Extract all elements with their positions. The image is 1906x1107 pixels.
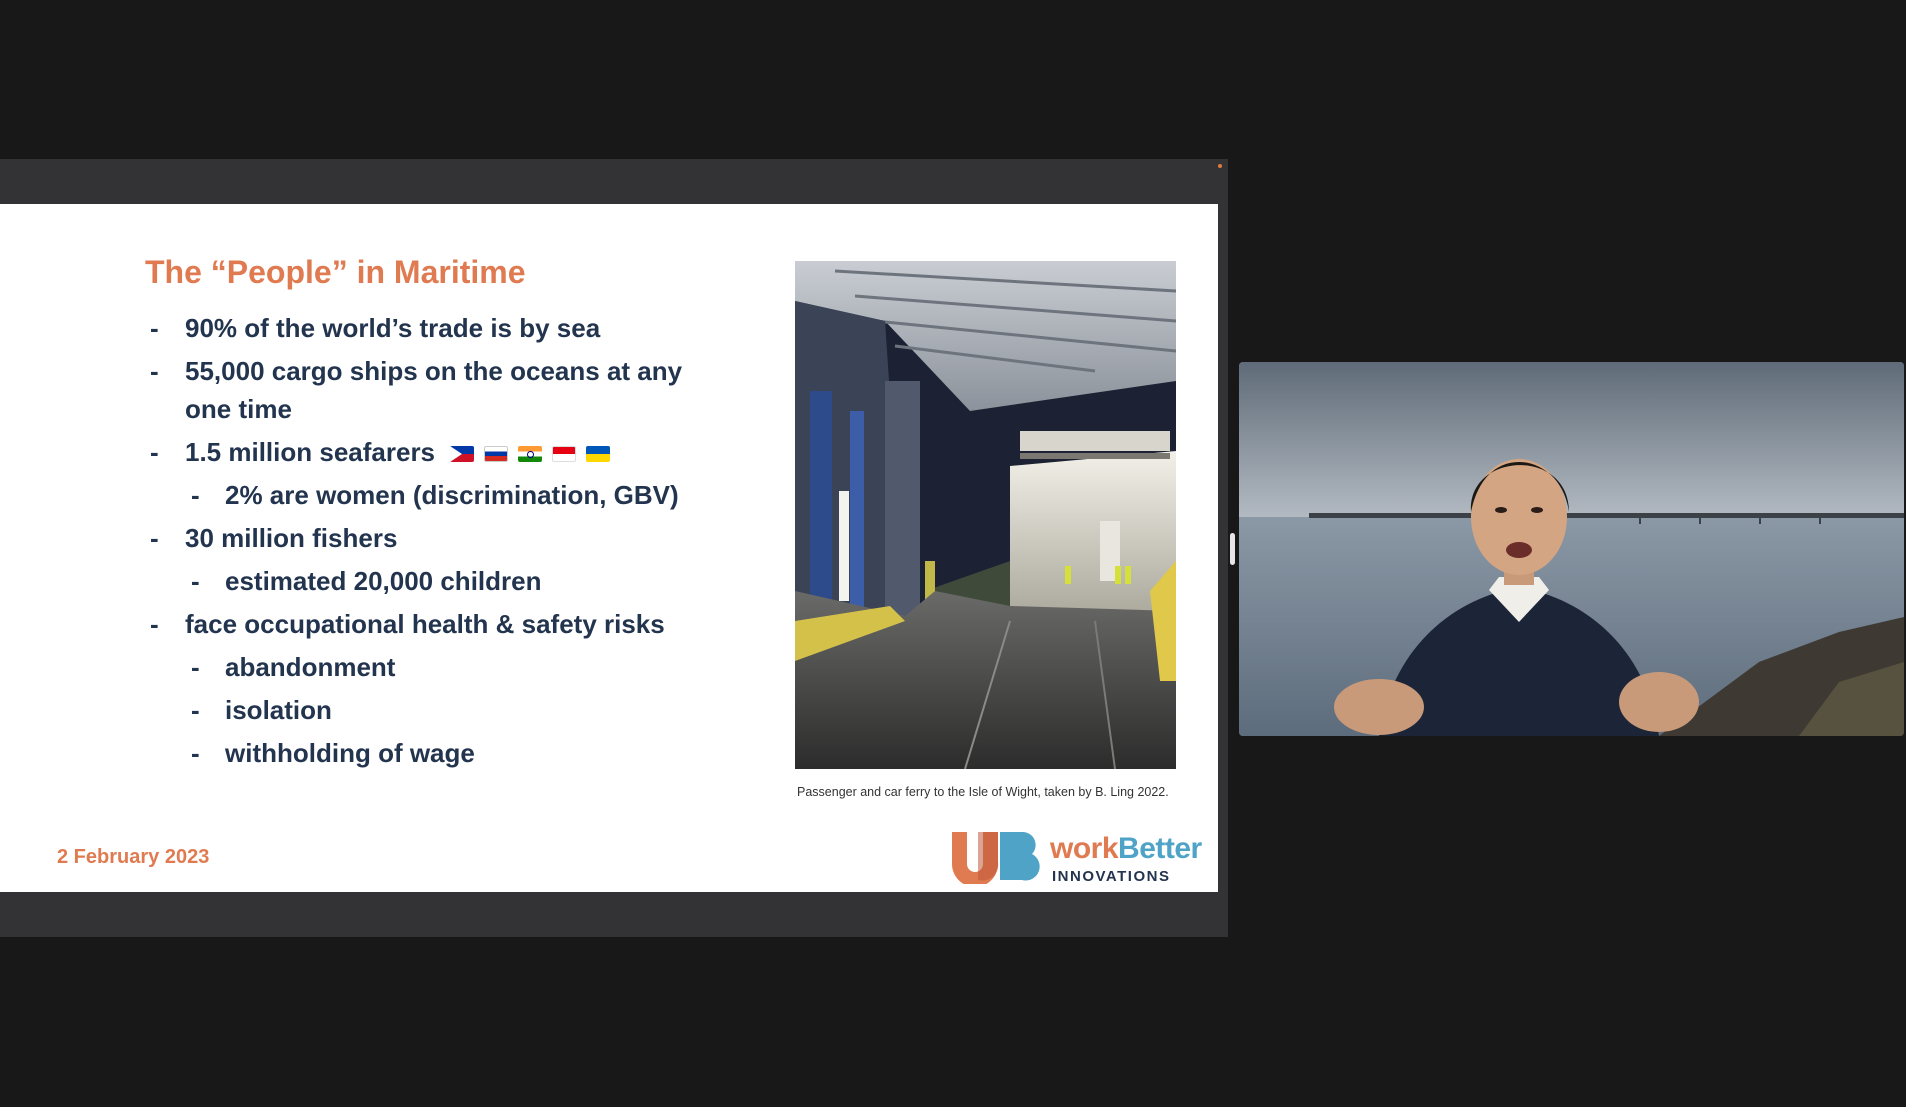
bullet-item: -1.5 million seafarers [0, 433, 760, 471]
sub-bullet-item: - estimated 20,000 children [191, 566, 542, 596]
bullet-list: -90% of the world’s trade is by sea -55,… [0, 309, 760, 777]
panel-resize-handle[interactable] [1230, 533, 1235, 565]
wb-logo-mark-icon [952, 831, 1040, 884]
flag-ukraine-icon [586, 446, 611, 463]
bullet-item: -30 million fishers [150, 523, 398, 553]
recording-indicator-icon [1218, 164, 1222, 168]
sub-bullet-item: - isolation [191, 695, 332, 725]
workbetter-logo: workBetter INNOVATIONS [950, 828, 1212, 885]
flag-indonesia-icon [552, 446, 577, 463]
bullet-item: - face occupational health & safety risks [150, 609, 665, 639]
sub-bullet-item: - abandonment [191, 652, 396, 682]
logo-wordmark: workBetter [1050, 832, 1202, 865]
bullet-item: -90% of the world’s trade is by sea [150, 313, 601, 343]
sub-bullet-item: - withholding of wage [191, 738, 475, 768]
flag-india-icon [518, 446, 543, 463]
photo-caption: Passenger and car ferry to the Isle of W… [797, 785, 1169, 799]
slide-date: 2 February 2023 [57, 846, 210, 868]
flag-group [450, 446, 611, 463]
presentation-slide: The “People” in Maritime -90% of the wor… [0, 204, 1218, 892]
slide-title: The “People” in Maritime [145, 254, 526, 290]
logo-subtitle: INNOVATIONS [1052, 868, 1171, 885]
flag-russia-icon [484, 446, 509, 463]
flag-philippines-icon [450, 446, 475, 463]
bullet-item: -55,000 cargo ships on the oceans at any… [150, 356, 683, 424]
speaker-video-feed [1239, 362, 1904, 736]
ferry-photo [795, 261, 1176, 769]
sub-bullet-item: -2% are women (discrimination, GBV) [191, 480, 679, 510]
